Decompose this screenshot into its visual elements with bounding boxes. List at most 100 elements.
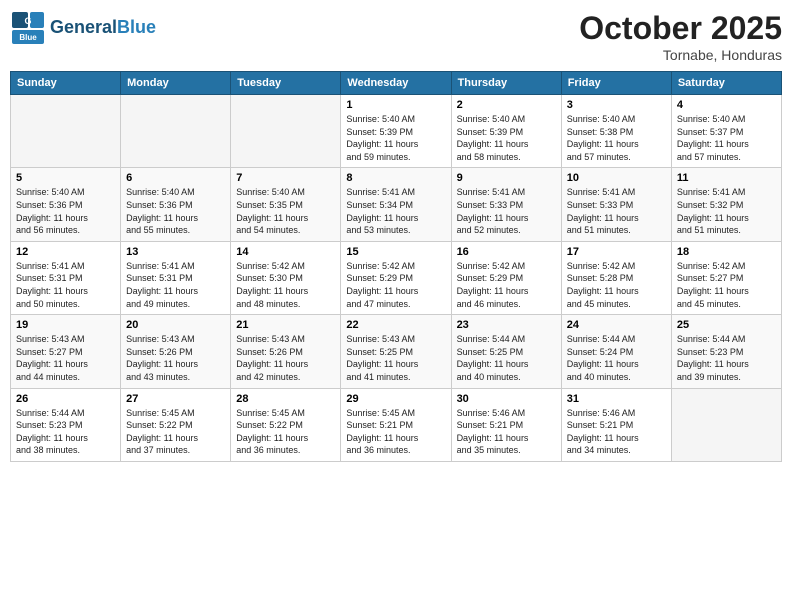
calendar-cell: 14 Sunrise: 5:42 AM Sunset: 5:30 PM Dayli… (231, 241, 341, 314)
calendar-cell: 18Sunrise: 5:42 AM Sunset: 5:27 PM Dayli… (671, 241, 781, 314)
weekday-header-row: SundayMondayTuesdayWednesdayThursdayFrid… (11, 72, 782, 95)
calendar-cell: 31 Sunrise: 5:46 AM Sunset: 5:21 PM Dayli… (561, 388, 671, 461)
day-info: Sunrise: 5:40 AM Sunset: 5:36 PM Dayligh… (16, 186, 115, 236)
calendar-cell: 22 Sunrise: 5:43 AM Sunset: 5:25 PM Dayli… (341, 315, 451, 388)
day-info: Sunrise: 5:45 AM Sunset: 5:22 PM Dayligh… (126, 407, 225, 457)
calendar-cell: 27 Sunrise: 5:45 AM Sunset: 5:22 PM Dayli… (121, 388, 231, 461)
page: G Blue General Blue October 2025 Tornabe,… (0, 0, 792, 612)
day-number: 5 (16, 172, 115, 184)
weekday-header-thursday: Thursday (451, 72, 561, 95)
calendar-cell: 17 Sunrise: 5:42 AM Sunset: 5:28 PM Dayli… (561, 241, 671, 314)
calendar-cell: 25 Sunrise: 5:44 AM Sunset: 5:23 PM Dayli… (671, 315, 781, 388)
day-number: 8 (346, 172, 445, 184)
logo-icon: G Blue (10, 10, 46, 46)
calendar-cell (231, 95, 341, 168)
day-info: Sunrise: 5:43 AM Sunset: 5:26 PM Dayligh… (126, 333, 225, 383)
calendar-cell: 2Sunrise: 5:40 AM Sunset: 5:39 PM Daylig… (451, 95, 561, 168)
day-info: Sunrise: 5:42 AM Sunset: 5:29 PM Dayligh… (346, 260, 445, 310)
calendar-cell: 7 Sunrise: 5:40 AM Sunset: 5:35 PM Daylig… (231, 168, 341, 241)
calendar-cell: 28 Sunrise: 5:45 AM Sunset: 5:22 PM Dayli… (231, 388, 341, 461)
calendar-week-2: 5 Sunrise: 5:40 AM Sunset: 5:36 PM Daylig… (11, 168, 782, 241)
day-info: Sunrise: 5:44 AM Sunset: 5:23 PM Dayligh… (677, 333, 776, 383)
svg-text:Blue: Blue (19, 33, 37, 42)
calendar-cell: 4 Sunrise: 5:40 AM Sunset: 5:37 PM Daylig… (671, 95, 781, 168)
day-info: Sunrise: 5:41 AM Sunset: 5:31 PM Dayligh… (16, 260, 115, 310)
day-number: 15 (346, 246, 445, 258)
month-title: October 2025 (579, 10, 782, 47)
day-info: Sunrise: 5:43 AM Sunset: 5:25 PM Dayligh… (346, 333, 445, 383)
day-info: Sunrise: 5:41 AM Sunset: 5:33 PM Dayligh… (567, 186, 666, 236)
day-info: Sunrise: 5:42 AM Sunset: 5:27 PM Dayligh… (677, 260, 776, 310)
calendar-cell: 19Sunrise: 5:43 AM Sunset: 5:27 PM Dayli… (11, 315, 121, 388)
calendar-cell: 15 Sunrise: 5:42 AM Sunset: 5:29 PM Dayli… (341, 241, 451, 314)
logo: G Blue General Blue (10, 10, 156, 46)
day-info: Sunrise: 5:44 AM Sunset: 5:23 PM Dayligh… (16, 407, 115, 457)
day-number: 16 (457, 246, 556, 258)
calendar-week-1: 1Sunrise: 5:40 AM Sunset: 5:39 PM Daylig… (11, 95, 782, 168)
weekday-header-friday: Friday (561, 72, 671, 95)
calendar-cell (11, 95, 121, 168)
day-info: Sunrise: 5:41 AM Sunset: 5:34 PM Dayligh… (346, 186, 445, 236)
calendar-week-4: 19Sunrise: 5:43 AM Sunset: 5:27 PM Dayli… (11, 315, 782, 388)
day-number: 9 (457, 172, 556, 184)
day-number: 7 (236, 172, 335, 184)
day-info: Sunrise: 5:44 AM Sunset: 5:24 PM Dayligh… (567, 333, 666, 383)
day-number: 3 (567, 99, 666, 111)
day-number: 27 (126, 393, 225, 405)
calendar-cell: 21Sunrise: 5:43 AM Sunset: 5:26 PM Dayli… (231, 315, 341, 388)
day-number: 21 (236, 319, 335, 331)
day-number: 14 (236, 246, 335, 258)
day-number: 31 (567, 393, 666, 405)
day-info: Sunrise: 5:40 AM Sunset: 5:39 PM Dayligh… (457, 113, 556, 163)
calendar-week-5: 26 Sunrise: 5:44 AM Sunset: 5:23 PM Dayli… (11, 388, 782, 461)
calendar-cell (121, 95, 231, 168)
day-number: 4 (677, 99, 776, 111)
day-number: 13 (126, 246, 225, 258)
svg-text:G: G (24, 16, 31, 26)
calendar-cell: 29Sunrise: 5:45 AM Sunset: 5:21 PM Dayli… (341, 388, 451, 461)
day-info: Sunrise: 5:41 AM Sunset: 5:32 PM Dayligh… (677, 186, 776, 236)
calendar-cell: 24 Sunrise: 5:44 AM Sunset: 5:24 PM Dayli… (561, 315, 671, 388)
day-info: Sunrise: 5:40 AM Sunset: 5:37 PM Dayligh… (677, 113, 776, 163)
day-number: 30 (457, 393, 556, 405)
day-info: Sunrise: 5:42 AM Sunset: 5:28 PM Dayligh… (567, 260, 666, 310)
day-info: Sunrise: 5:46 AM Sunset: 5:21 PM Dayligh… (567, 407, 666, 457)
day-info: Sunrise: 5:44 AM Sunset: 5:25 PM Dayligh… (457, 333, 556, 383)
day-number: 28 (236, 393, 335, 405)
calendar-cell: 13 Sunrise: 5:41 AM Sunset: 5:31 PM Dayli… (121, 241, 231, 314)
day-number: 24 (567, 319, 666, 331)
day-info: Sunrise: 5:41 AM Sunset: 5:33 PM Dayligh… (457, 186, 556, 236)
calendar-cell: 12 Sunrise: 5:41 AM Sunset: 5:31 PM Dayli… (11, 241, 121, 314)
calendar-cell: 5 Sunrise: 5:40 AM Sunset: 5:36 PM Daylig… (11, 168, 121, 241)
day-info: Sunrise: 5:46 AM Sunset: 5:21 PM Dayligh… (457, 407, 556, 457)
calendar-cell: 3Sunrise: 5:40 AM Sunset: 5:38 PM Daylig… (561, 95, 671, 168)
calendar-cell: 9 Sunrise: 5:41 AM Sunset: 5:33 PM Daylig… (451, 168, 561, 241)
calendar-cell: 26 Sunrise: 5:44 AM Sunset: 5:23 PM Dayli… (11, 388, 121, 461)
day-info: Sunrise: 5:45 AM Sunset: 5:21 PM Dayligh… (346, 407, 445, 457)
calendar-cell: 16Sunrise: 5:42 AM Sunset: 5:29 PM Dayli… (451, 241, 561, 314)
weekday-header-saturday: Saturday (671, 72, 781, 95)
location-title: Tornabe, Honduras (579, 47, 782, 63)
day-info: Sunrise: 5:45 AM Sunset: 5:22 PM Dayligh… (236, 407, 335, 457)
weekday-header-wednesday: Wednesday (341, 72, 451, 95)
day-number: 6 (126, 172, 225, 184)
day-number: 17 (567, 246, 666, 258)
calendar-cell: 6 Sunrise: 5:40 AM Sunset: 5:36 PM Daylig… (121, 168, 231, 241)
day-info: Sunrise: 5:40 AM Sunset: 5:35 PM Dayligh… (236, 186, 335, 236)
weekday-header-sunday: Sunday (11, 72, 121, 95)
day-info: Sunrise: 5:42 AM Sunset: 5:30 PM Dayligh… (236, 260, 335, 310)
day-info: Sunrise: 5:40 AM Sunset: 5:36 PM Dayligh… (126, 186, 225, 236)
day-number: 20 (126, 319, 225, 331)
calendar: SundayMondayTuesdayWednesdayThursdayFrid… (10, 71, 782, 462)
logo-general: General (50, 17, 117, 37)
day-number: 22 (346, 319, 445, 331)
calendar-cell (671, 388, 781, 461)
header: G Blue General Blue October 2025 Tornabe,… (10, 10, 782, 63)
day-number: 25 (677, 319, 776, 331)
day-number: 26 (16, 393, 115, 405)
calendar-week-3: 12 Sunrise: 5:41 AM Sunset: 5:31 PM Dayli… (11, 241, 782, 314)
day-number: 19 (16, 319, 115, 331)
calendar-cell: 11Sunrise: 5:41 AM Sunset: 5:32 PM Dayli… (671, 168, 781, 241)
day-number: 12 (16, 246, 115, 258)
day-info: Sunrise: 5:41 AM Sunset: 5:31 PM Dayligh… (126, 260, 225, 310)
